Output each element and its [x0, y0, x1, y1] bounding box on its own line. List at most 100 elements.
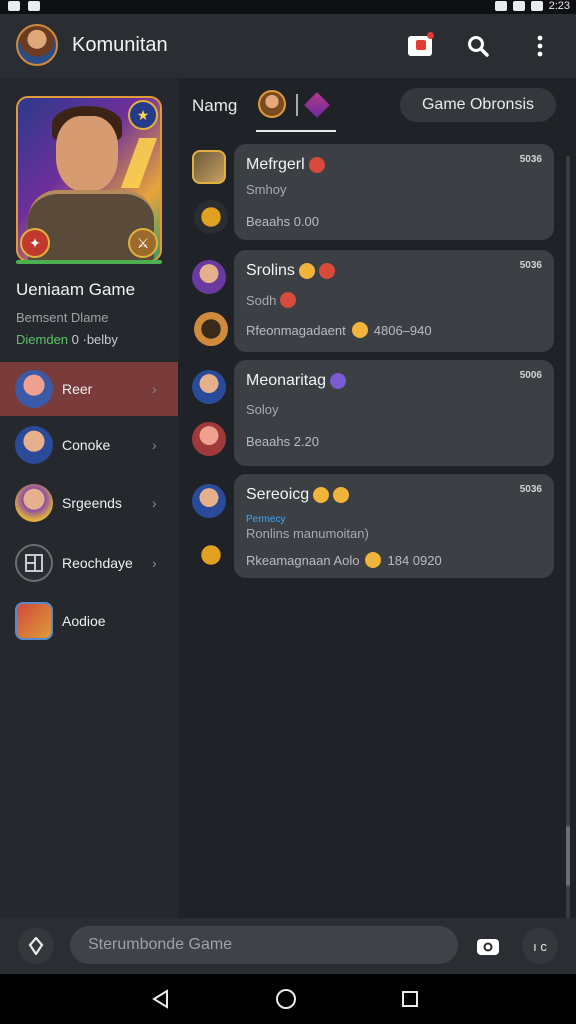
card-subtitle-text: Sodh — [246, 292, 277, 308]
card-footer-text: Beaahs 2.20 — [246, 434, 320, 449]
notification-status-icon — [8, 1, 20, 11]
avatar — [15, 426, 53, 464]
card-tag[interactable]: Permecy — [246, 514, 285, 525]
avatar — [192, 370, 226, 404]
status-prefix: Diemden — [16, 332, 69, 347]
status-bar-right: 2:23 — [494, 0, 570, 12]
gold-emoji-icon — [313, 487, 330, 503]
sidebar: ★ ✦ ⚔ Ueniaam Game Bemsent Dlame Diemden… — [0, 78, 178, 918]
tab-underline — [256, 130, 336, 132]
sidebar-item-label: Srgeends — [62, 495, 122, 511]
crystal-tab-icon — [304, 92, 330, 118]
home-button[interactable] — [273, 986, 299, 1012]
tab-selected[interactable] — [258, 90, 334, 120]
card-time: 5036 — [519, 154, 542, 165]
more-button[interactable] — [526, 32, 554, 60]
back-button[interactable] — [148, 986, 174, 1012]
claw-icon — [194, 200, 228, 234]
orb-emoji-icon — [330, 373, 347, 389]
search-button[interactable] — [464, 32, 492, 60]
status-suffix: 0 ·belby — [68, 332, 118, 347]
app-status-icon — [28, 1, 40, 11]
card-footer-number: 184 0920 — [387, 552, 442, 568]
chevron-right-icon: › — [152, 495, 157, 511]
sidebar-title: Ueniaam Game — [16, 280, 136, 299]
hero-progress-bar — [16, 260, 162, 264]
back-triangle-icon — [152, 989, 168, 1009]
smile-emoji-icon — [365, 552, 382, 568]
sidebar-item-reer[interactable]: Reer › — [0, 362, 178, 416]
sword-emoji-icon — [298, 263, 315, 279]
system-nav-bar — [0, 974, 576, 1024]
game-filter-button[interactable]: Game Obronsis — [400, 88, 556, 122]
card-subtitle: Sodh — [246, 292, 297, 308]
notification-icon — [408, 32, 434, 56]
tab-row: Namg Game Obronsis — [178, 78, 576, 134]
card-footer-number: 4806–940 — [373, 322, 432, 338]
recents-square-icon — [402, 991, 418, 1007]
avatar — [192, 422, 226, 456]
tab-label[interactable]: Namg — [192, 96, 237, 116]
more-options-button[interactable]: ı c — [522, 928, 558, 964]
sidebar-item-aodioe[interactable]: Aodioe — [0, 594, 178, 648]
sidebar-item-label: Aodioe — [62, 613, 106, 629]
board-icon — [15, 544, 53, 582]
status-bar-left — [8, 1, 40, 11]
avatar — [15, 484, 53, 522]
card-time: 5006 — [519, 370, 542, 381]
card-subtitle: Ronlins manumoitan) — [246, 526, 369, 541]
card-footer: Rkeamagnaan Aolo 184 0920 — [246, 552, 442, 568]
wifi-icon — [512, 1, 525, 11]
sidebar-item-srgeends[interactable]: Srgeends › — [0, 476, 178, 530]
card-footer-text: Rfeonmagadaent — [246, 322, 346, 338]
card-footer: Beaahs 0.00 — [246, 214, 319, 229]
creature-icon — [194, 312, 228, 346]
message-input[interactable] — [70, 926, 458, 964]
battery-icon — [530, 1, 543, 11]
pin-icon — [28, 937, 44, 955]
audio-app-icon — [15, 602, 53, 640]
card-time: 5036 — [519, 484, 542, 495]
home-circle-icon — [276, 989, 296, 1009]
composer-bar: ı c — [0, 918, 576, 974]
coin-emoji-icon — [280, 292, 297, 308]
feed-card[interactable]: Mefrgerl 5036 Smhoy Beaahs 0.00 — [234, 144, 554, 240]
main-panel: Namg Game Obronsis Mefrgerl 5036 Smhoy B… — [178, 78, 576, 956]
feed-card[interactable]: Srolins 5036 Sodh Rfeonmagadaent 4806–940 — [234, 250, 554, 352]
hero-card[interactable]: ★ ✦ ⚔ — [16, 96, 162, 262]
location-button[interactable] — [18, 928, 54, 964]
card-title: Meonaritag — [246, 372, 347, 390]
camera-button[interactable] — [470, 928, 506, 964]
card-title-text: Meonaritag — [246, 372, 327, 389]
card-subtitle: Soloy — [246, 402, 279, 417]
profile-avatar[interactable] — [16, 24, 58, 66]
notification-button[interactable] — [406, 32, 434, 60]
sidebar-item-conoke[interactable]: Conoke › — [0, 418, 178, 472]
coin-emoji-icon — [333, 487, 350, 503]
shield-badge-icon: ⚔ — [128, 228, 158, 258]
scrollbar[interactable] — [566, 156, 570, 956]
sidebar-subtitle: Bemsent Dlame — [16, 310, 109, 325]
recents-button[interactable] — [397, 986, 423, 1012]
card-title-text: Srolins — [246, 262, 295, 279]
lightning-icon — [120, 138, 158, 188]
sidebar-item-label: Conoke — [62, 437, 111, 453]
avatar — [192, 484, 226, 518]
avatar — [192, 260, 226, 294]
sword-badge-icon: ✦ — [20, 228, 50, 258]
feed-card[interactable]: Sereoicg 5036 Permecy Ronlins manumoitan… — [234, 474, 554, 578]
hero-tab-icon — [258, 90, 286, 118]
chevron-right-icon: › — [152, 381, 157, 397]
card-title: Sereoicg — [246, 486, 350, 504]
app-bar: Komunitan — [0, 14, 576, 78]
card-title: Srolins — [246, 262, 335, 280]
chevron-right-icon: › — [152, 555, 157, 571]
hero-face — [56, 116, 118, 192]
feed-card[interactable]: Meonaritag 5006 Soloy Beaahs 2.20 — [234, 360, 554, 466]
sidebar-item-reochdaye[interactable]: Reochdaye › — [0, 536, 178, 590]
scrollbar-thumb[interactable] — [566, 826, 570, 886]
claw-icon — [194, 538, 228, 572]
card-time: 5036 — [519, 260, 542, 271]
status-bar: 2:23 — [0, 0, 576, 14]
app-title: Komunitan — [72, 34, 168, 56]
